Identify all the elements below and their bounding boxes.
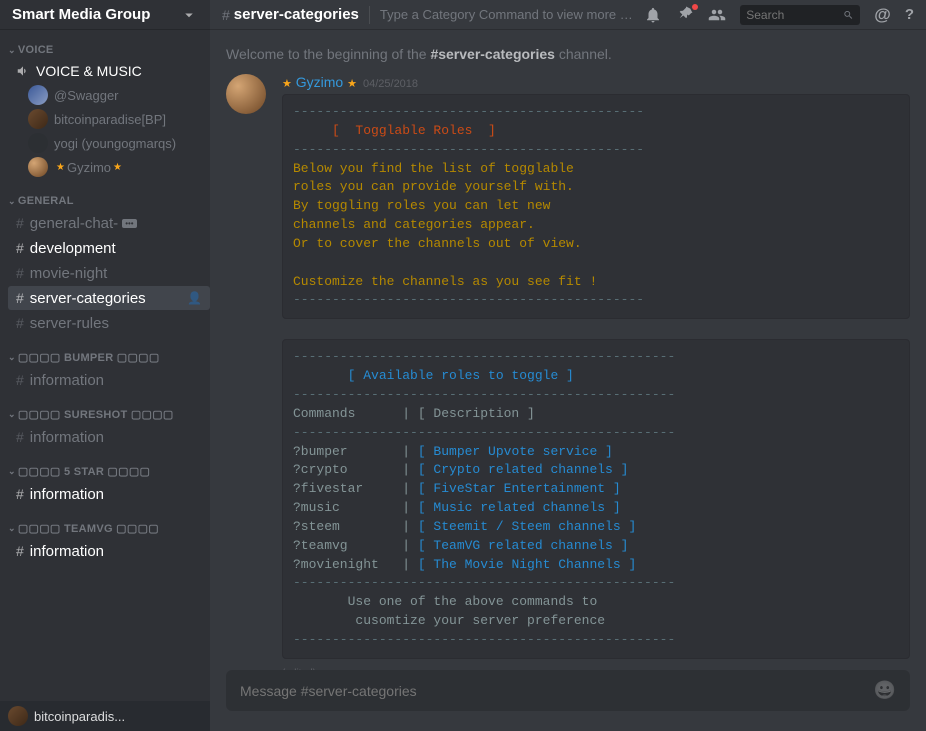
hash-icon: #	[16, 543, 24, 559]
voice-channel[interactable]: VOICE & MUSIC	[8, 60, 210, 82]
caret-down-icon: ⌄	[8, 409, 16, 420]
hash-icon: #	[16, 240, 24, 256]
hash-icon: #	[16, 265, 24, 281]
help-icon[interactable]: ?	[905, 6, 914, 23]
category-teamvg[interactable]: ⌄▢▢▢▢ TEAMVG ▢▢▢▢	[0, 516, 210, 539]
star-icon: ★	[347, 78, 357, 90]
chevron-down-icon	[180, 6, 198, 24]
channel-information[interactable]: #information	[8, 425, 210, 449]
avatar	[28, 157, 48, 177]
hash-icon: #	[16, 315, 24, 331]
channel-server-rules[interactable]: #server-rules	[8, 311, 210, 335]
emoji-icon[interactable]: 😀	[874, 680, 896, 701]
topbar: # server-categories Type a Category Comm…	[210, 0, 926, 30]
code-block: ----------------------------------------…	[282, 339, 910, 659]
server-name: Smart Media Group	[12, 6, 150, 23]
hash-icon: #	[16, 486, 24, 502]
caret-down-icon: ⌄	[8, 466, 16, 477]
channel-information[interactable]: #information	[8, 482, 210, 506]
message-input[interactable]	[240, 683, 874, 699]
speech-bubble-icon: •••	[122, 219, 136, 228]
channel-development[interactable]: #development	[8, 236, 210, 260]
channel-list: ⌄ VOICE VOICE & MUSIC @Swagger bitcoinpa…	[0, 30, 210, 701]
divider	[369, 6, 370, 24]
search-box[interactable]	[740, 5, 860, 25]
channel-topic: Type a Category Command to view more cat…	[380, 7, 634, 22]
members-icon[interactable]	[708, 6, 726, 24]
hash-icon: #	[16, 290, 24, 306]
caret-down-icon: ⌄	[8, 196, 16, 207]
hash-icon: #	[16, 429, 24, 445]
avatar	[8, 706, 28, 726]
channel-server-categories[interactable]: #server-categories👤	[8, 286, 210, 310]
category-bumper[interactable]: ⌄▢▢▢▢ BUMPER ▢▢▢▢	[0, 345, 210, 368]
star-icon: ★	[56, 162, 65, 173]
category-5star[interactable]: ⌄▢▢▢▢ 5 STAR ▢▢▢▢	[0, 459, 210, 482]
voice-user[interactable]: ★Gyzimo★	[0, 155, 210, 179]
star-icon: ★	[282, 78, 292, 90]
server-header[interactable]: Smart Media Group	[0, 0, 210, 30]
message: ★ Gyzimo ★ 04/25/2018 ------------------…	[226, 74, 910, 670]
voice-user[interactable]: @Swagger	[0, 83, 210, 107]
timestamp: 04/25/2018	[363, 78, 418, 90]
code-block: ----------------------------------------…	[282, 94, 910, 319]
user-panel-name: bitcoinparadis...	[34, 709, 125, 724]
category-voice[interactable]: ⌄ VOICE	[0, 38, 210, 60]
avatar	[28, 109, 48, 129]
add-person-icon[interactable]: 👤	[187, 291, 202, 305]
message-input-box[interactable]: 😀	[226, 670, 910, 711]
mention-icon[interactable]: @	[874, 5, 891, 25]
hash-icon: #	[16, 215, 24, 231]
caret-down-icon: ⌄	[8, 45, 16, 56]
channel-sidebar: Smart Media Group ⌄ VOICE VOICE & MUSIC …	[0, 0, 210, 731]
search-icon	[843, 9, 854, 21]
voice-user[interactable]: yogi (youngogmarqs)	[0, 131, 210, 155]
category-general[interactable]: ⌄ GENERAL	[0, 189, 210, 211]
message-input-area: 😀	[210, 670, 926, 731]
messages-area: Welcome to the beginning of the #server-…	[210, 30, 926, 670]
edited-label: (edited)	[282, 668, 316, 670]
voice-channel-name: VOICE & MUSIC	[36, 63, 142, 79]
category-sureshot[interactable]: ⌄▢▢▢▢ SURESHOT ▢▢▢▢	[0, 402, 210, 425]
avatar	[28, 85, 48, 105]
avatar[interactable]	[226, 74, 266, 114]
channel-information[interactable]: #information	[8, 368, 210, 392]
user-panel[interactable]: bitcoinparadis...	[0, 701, 210, 731]
hash-icon: #	[16, 372, 24, 388]
channel-movie-night[interactable]: #movie-night	[8, 261, 210, 285]
speaker-icon	[16, 64, 30, 78]
channel-information[interactable]: #information	[8, 539, 210, 563]
star-icon: ★	[113, 162, 122, 173]
search-input[interactable]	[746, 8, 843, 22]
avatar	[28, 133, 48, 153]
hash-icon: #	[222, 7, 230, 23]
caret-down-icon: ⌄	[8, 523, 16, 534]
welcome-text: Welcome to the beginning of the #server-…	[226, 46, 910, 62]
bell-icon[interactable]	[644, 6, 662, 24]
pin-icon[interactable]	[676, 6, 694, 24]
main-area: # server-categories Type a Category Comm…	[210, 0, 926, 731]
username[interactable]: ★ Gyzimo ★	[282, 74, 357, 90]
channel-general-chat[interactable]: #general-chat-•••	[8, 211, 210, 235]
channel-title: server-categories	[234, 6, 359, 23]
voice-user[interactable]: bitcoinparadise[BP]	[0, 107, 210, 131]
caret-down-icon: ⌄	[8, 352, 16, 363]
